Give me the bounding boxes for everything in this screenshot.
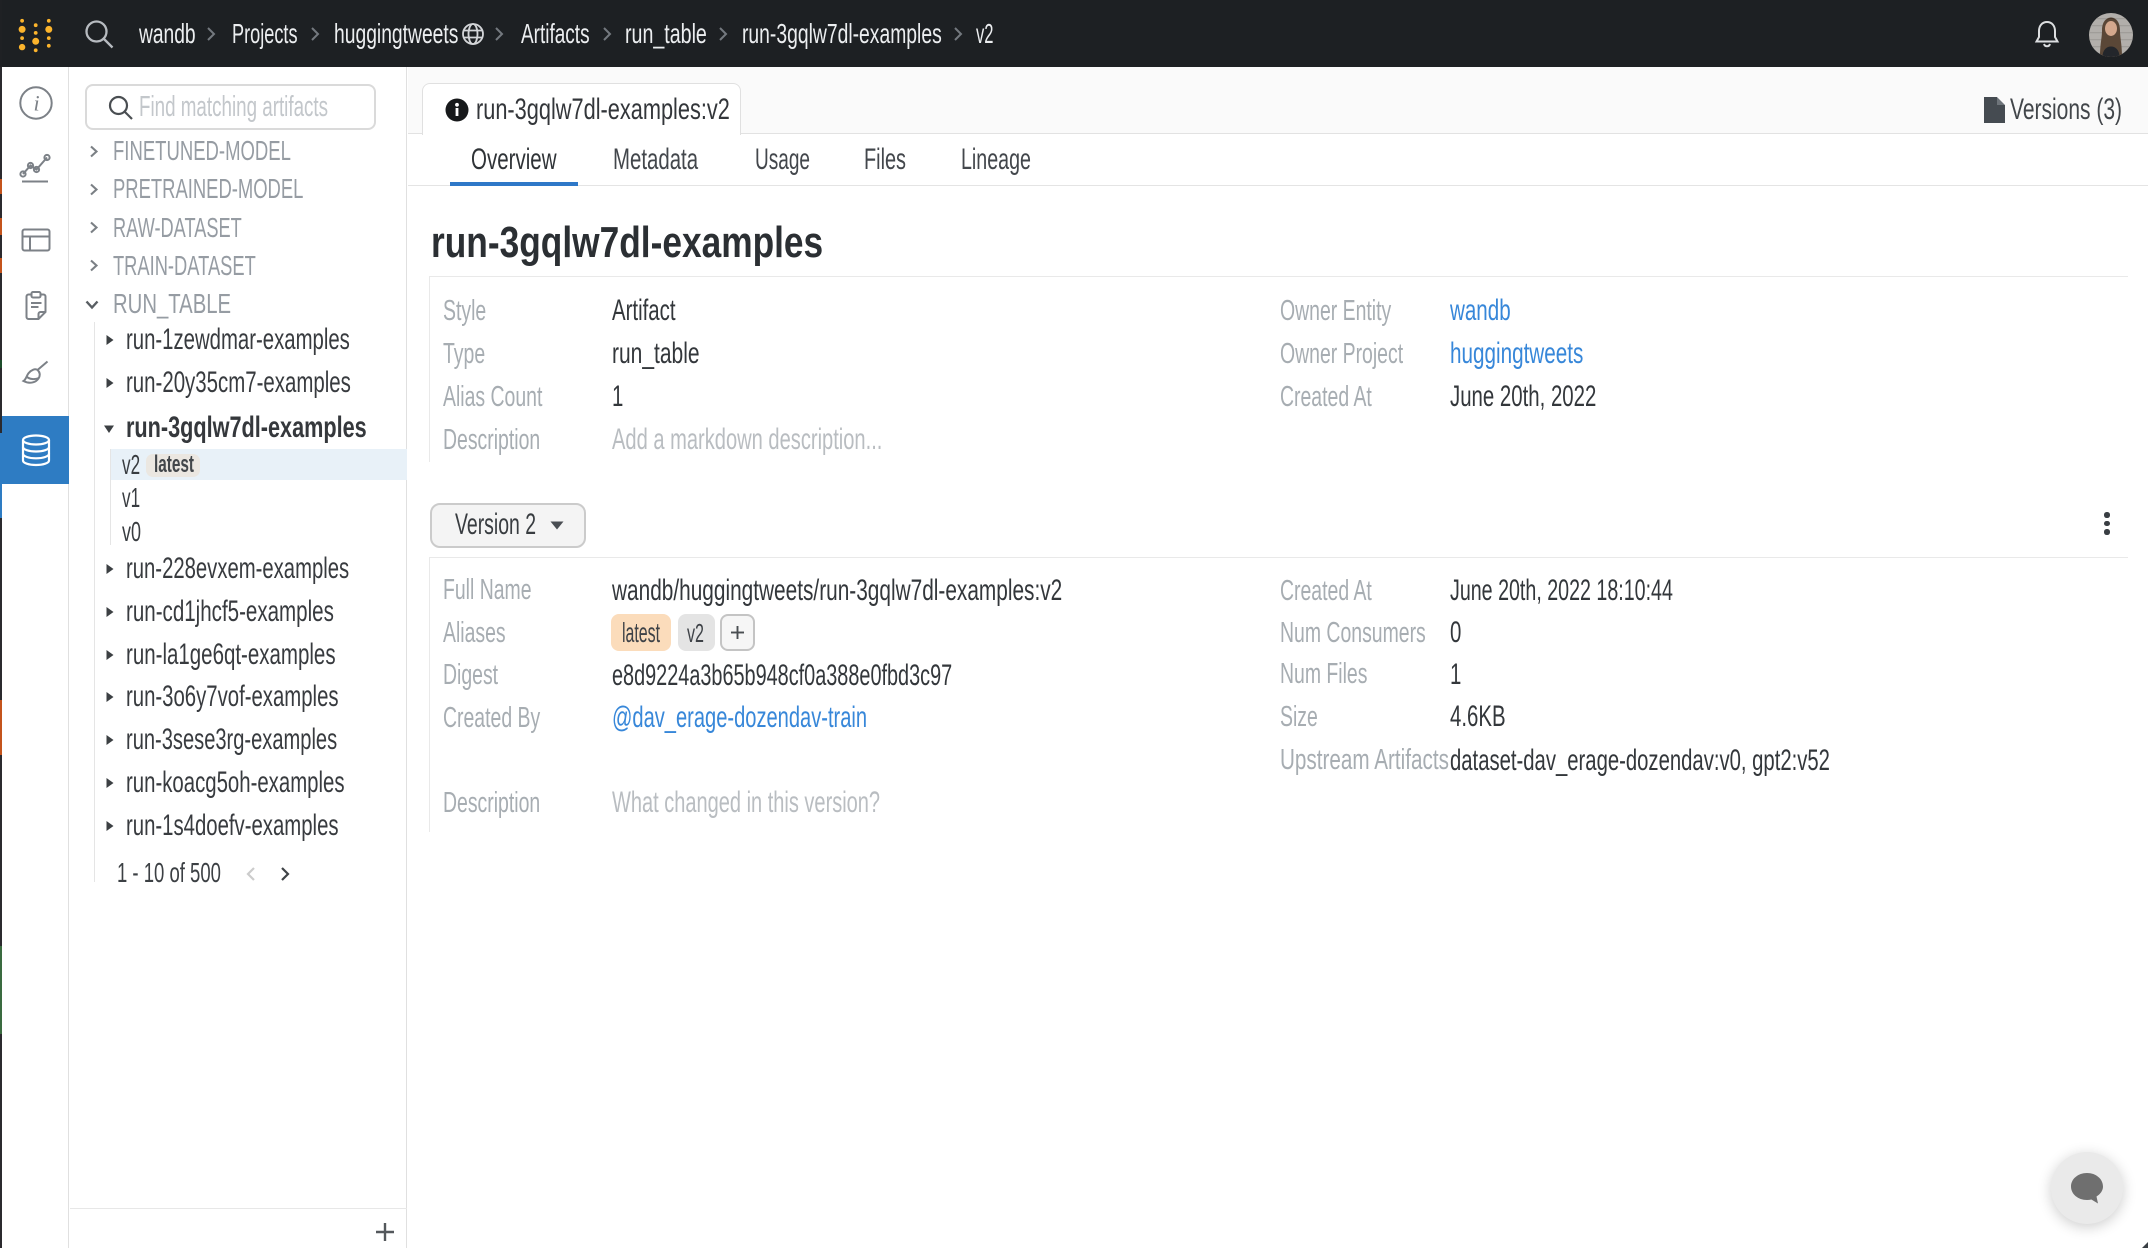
svg-text:i: i bbox=[33, 91, 39, 116]
